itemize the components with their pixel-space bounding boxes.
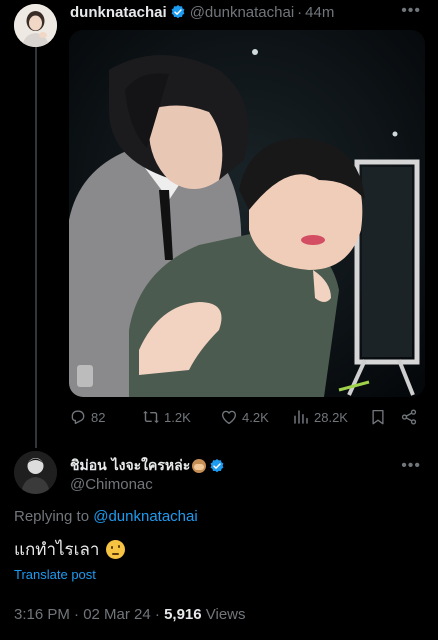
reply-author-name[interactable]: ชิม่อน ไงจะใครหล่ะ	[70, 455, 190, 477]
reply-button[interactable]: 82	[69, 406, 105, 428]
author-name[interactable]: dunknatachai	[70, 4, 167, 21]
reply-icon	[71, 410, 85, 425]
like-count: 4.2K	[242, 409, 269, 425]
views-button[interactable]: 28.2K	[292, 406, 348, 428]
reply-body: แกทำไรเลา	[14, 536, 126, 563]
repost-icon	[143, 410, 159, 424]
repost-button[interactable]: 1.2K	[142, 406, 191, 428]
thread-line	[35, 46, 37, 448]
share-button[interactable]	[400, 406, 422, 428]
post-time[interactable]: 44m	[305, 4, 334, 21]
see-no-evil-monkey-icon	[192, 459, 207, 473]
translate-post-link[interactable]: Translate post	[14, 567, 96, 582]
bookmark-button[interactable]	[369, 406, 391, 428]
avatar-dunknatachai[interactable]	[14, 4, 57, 47]
avatar-chimonac[interactable]	[14, 451, 57, 494]
repost-count: 1.2K	[164, 409, 191, 425]
views-label: Views	[201, 606, 246, 623]
raised-eyebrow-face-icon	[106, 540, 126, 559]
verified-badge-icon	[171, 5, 185, 19]
like-icon	[221, 410, 237, 425]
separator-dot: ·	[297, 3, 303, 21]
post-meta: 3:16 PM · 02 Mar 24 · 5,916 Views	[14, 606, 246, 623]
bookmark-icon	[372, 409, 384, 425]
views-count: 28.2K	[314, 409, 348, 425]
post-timestamp[interactable]: 3:16 PM · 02 Mar 24 ·	[14, 606, 164, 623]
post-photo[interactable]	[69, 30, 425, 397]
views-number: 5,916	[164, 606, 202, 623]
parent-tweet-header: dunknatachai @dunknatachai · 44m	[70, 3, 334, 21]
like-button[interactable]: 4.2K	[220, 406, 269, 428]
reply-text: แกทำไรเลา	[14, 540, 100, 560]
replying-to-line: Replying to @dunknatachai	[14, 508, 198, 525]
replying-to-label: Replying to	[14, 508, 90, 525]
verified-badge-icon	[210, 459, 224, 473]
reply-author-handle[interactable]: @Chimonac	[70, 476, 153, 493]
more-icon[interactable]: •••	[401, 2, 421, 20]
replying-to-link[interactable]: @dunknatachai	[93, 508, 197, 525]
reply-count: 82	[91, 409, 106, 425]
action-bar: 82 1.2K 4.2K 28.2K	[69, 406, 425, 428]
more-icon[interactable]: •••	[401, 457, 421, 475]
views-icon	[294, 410, 308, 424]
share-icon	[401, 409, 417, 425]
author-handle[interactable]: @dunknatachai	[190, 4, 294, 21]
reply-tweet-header: ชิม่อน ไงจะใครหล่ะ	[70, 457, 229, 475]
